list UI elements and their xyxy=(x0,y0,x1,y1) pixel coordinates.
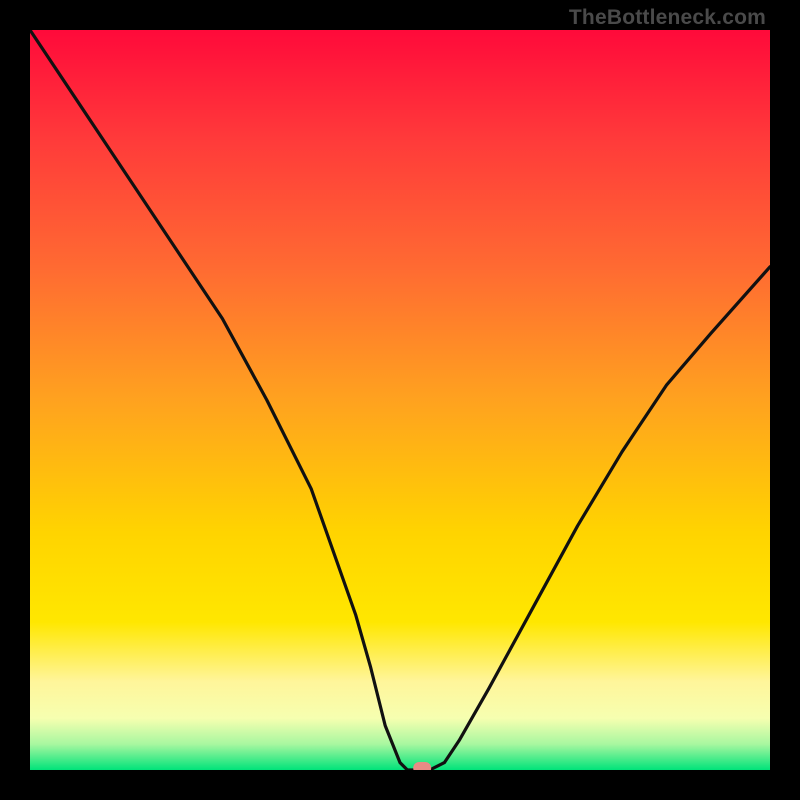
plot-area xyxy=(30,30,770,770)
gradient-background xyxy=(30,30,770,770)
chart-svg xyxy=(30,30,770,770)
chart-frame: TheBottleneck.com xyxy=(0,0,800,800)
watermark-text: TheBottleneck.com xyxy=(569,6,766,30)
optimum-marker xyxy=(413,762,431,770)
